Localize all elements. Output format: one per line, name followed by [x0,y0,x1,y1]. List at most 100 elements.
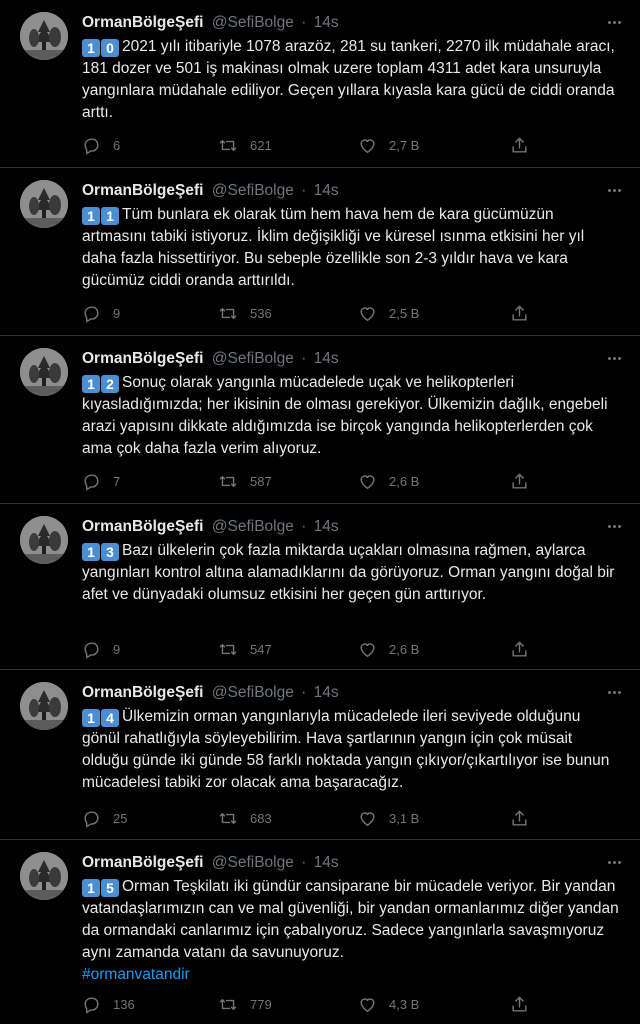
reply-count: 6 [113,137,121,153]
author-name[interactable]: OrmanBölgeŞefi [82,182,203,199]
hashtag-link[interactable]: #ormanvatandir [82,966,190,983]
tweet-header: OrmanBölgeŞefi @SefiBolge · 14s [82,853,339,873]
author-name[interactable]: OrmanBölgeŞefi [82,350,203,367]
speech-bubble-icon [84,810,99,827]
tweet[interactable]: OrmanBölgeŞefi @SefiBolge · 14s 1 2 Sonuç … [0,336,640,504]
avatar[interactable] [20,516,68,564]
retweet-arrows-icon [219,812,237,824]
share-button[interactable] [510,994,529,1014]
share-button[interactable] [510,471,529,491]
retweet-count: 547 [250,641,272,657]
author-handle[interactable]: @SefiBolge [212,518,294,535]
retweet-button[interactable]: 779 [218,994,272,1014]
avatar[interactable] [20,348,68,396]
retweet-button[interactable]: 547 [218,639,272,659]
share-button[interactable] [510,639,529,659]
keycap-digit: 1 [82,543,100,561]
ellipsis-icon [607,690,611,694]
separator-dot: · [301,854,307,871]
tweet-text: 1 0 2021 yılı itibariyle 1078 arazöz, 281 … [82,36,622,124]
retweet-arrows-icon [219,475,237,487]
retweet-button[interactable]: 536 [218,303,272,323]
author-handle[interactable]: @SefiBolge [212,684,294,701]
tweet[interactable]: OrmanBölgeŞefi @SefiBolge · 14s 1 0 2021 y… [0,0,640,168]
timestamp[interactable]: 14s [314,182,339,199]
more-options-button[interactable] [604,682,624,702]
tweet-body: Sonuç olarak yangınla mücadelede uçak ve… [82,374,608,457]
like-button[interactable]: 2,7 B [358,135,419,155]
share-button[interactable] [510,135,529,155]
tweet-body: Bazı ülkelerin çok fazla miktarda uçakla… [82,542,615,603]
keycap-digit: 1 [101,207,119,225]
retweet-button[interactable]: 621 [218,135,272,155]
timestamp[interactable]: 14s [314,684,339,701]
tweet[interactable]: OrmanBölgeŞefi @SefiBolge · 14s 1 4 Ülkemi… [0,670,640,840]
like-button[interactable]: 3,1 B [358,808,419,828]
more-options-button[interactable] [604,180,624,200]
timestamp[interactable]: 14s [314,14,339,31]
avatar[interactable] [20,12,68,60]
keycap-digit: 1 [82,375,100,393]
action-bar: 25 683 3,1 B [82,808,542,828]
author-handle[interactable]: @SefiBolge [212,854,294,871]
separator-dot: · [301,350,307,367]
author-handle[interactable]: @SefiBolge [212,182,294,199]
retweet-button[interactable]: 587 [218,471,272,491]
share-button[interactable] [510,808,529,828]
reply-button[interactable]: 7 [82,471,120,491]
tweet-body: Ülkemizin orman yangınlarıyla mücadelede… [82,708,610,791]
avatar[interactable] [20,180,68,228]
more-options-button[interactable] [604,348,624,368]
more-options-button[interactable] [604,12,624,32]
more-options-button[interactable] [604,516,624,536]
share-button[interactable] [510,303,529,323]
separator-dot: · [301,518,307,535]
author-handle[interactable]: @SefiBolge [212,14,294,31]
tweet-header: OrmanBölgeŞefi @SefiBolge · 14s [82,683,339,703]
reply-button[interactable]: 25 [82,808,127,828]
reply-button[interactable]: 9 [82,639,120,659]
more-options-button[interactable] [604,852,624,872]
tweet[interactable]: OrmanBölgeŞefi @SefiBolge · 14s 1 1 Tüm bu… [0,168,640,336]
heart-icon [360,642,375,657]
avatar[interactable] [20,682,68,730]
author-name[interactable]: OrmanBölgeŞefi [82,684,203,701]
keycap-digit: 1 [82,207,100,225]
tweet[interactable]: OrmanBölgeŞefi @SefiBolge · 14s 1 3 Bazı ü… [0,504,640,670]
like-count: 2,5 B [389,305,420,321]
tweet[interactable]: OrmanBölgeŞefi @SefiBolge · 14s 1 5 Orman … [0,840,640,1024]
tweet-text: 1 1 Tüm bunlara ek olarak tüm hem hava hem… [82,204,622,292]
retweet-arrows-icon [219,307,237,319]
like-button[interactable]: 2,6 B [358,471,419,491]
share-upload-icon [512,996,527,1012]
author-name[interactable]: OrmanBölgeŞefi [82,854,203,871]
retweet-arrows-icon [219,139,237,151]
keycap-digit: 4 [101,709,119,727]
share-upload-icon [512,810,527,826]
keycap-digit: 1 [82,709,100,727]
share-upload-icon [512,473,527,489]
timestamp[interactable]: 14s [314,350,339,367]
avatar[interactable] [20,852,68,900]
share-upload-icon [512,305,527,321]
action-bar: 7 587 2,6 B [82,471,542,491]
retweet-button[interactable]: 683 [218,808,272,828]
timestamp[interactable]: 14s [314,854,339,871]
author-name[interactable]: OrmanBölgeŞefi [82,518,203,535]
reply-button[interactable]: 9 [82,303,120,323]
like-button[interactable]: 4,3 B [358,994,419,1014]
tweet-text: 1 4 Ülkemizin orman yangınlarıyla mücadele… [82,706,622,794]
keycap-digit: 2 [101,375,119,393]
tweet-text: 1 3 Bazı ülkelerin çok fazla miktarda uçak… [82,540,622,606]
reply-button[interactable]: 136 [82,994,135,1014]
ellipsis-icon [607,860,611,864]
author-name[interactable]: OrmanBölgeŞefi [82,14,203,31]
reply-count: 25 [113,810,128,826]
tree-silhouette-icon [20,852,68,900]
like-button[interactable]: 2,5 B [358,303,419,323]
like-button[interactable]: 2,6 B [358,639,419,659]
author-handle[interactable]: @SefiBolge [212,350,294,367]
timestamp[interactable]: 14s [314,518,339,535]
like-count: 4,3 B [389,996,420,1012]
reply-button[interactable]: 6 [82,135,120,155]
